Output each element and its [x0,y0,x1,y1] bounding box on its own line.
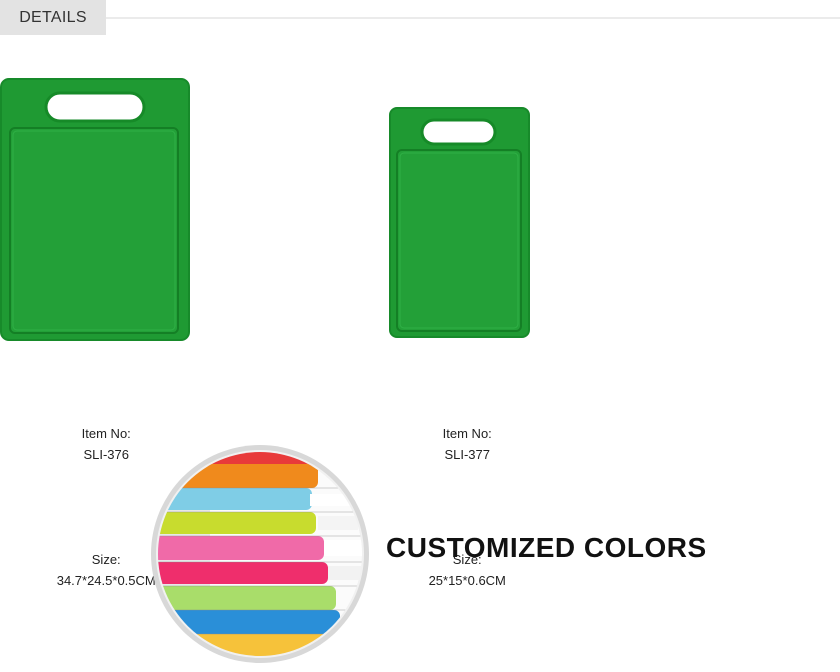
item-number: SLI-376 [83,447,129,462]
color-stack-image [150,444,370,664]
size-value: 25*15*0.6CM [428,573,506,588]
size-label: Size: [91,552,121,567]
item-number: SLI-377 [444,447,490,462]
item-label: Item No: [81,426,131,441]
customized-colors-heading: CUSTOMIZED COLORS [386,532,707,563]
size-value: 34.7*24.5*0.5CM [56,573,156,588]
product-image-sli-376 [0,78,190,341]
details-tab-label: DETAILS [19,8,87,26]
product-caption-sli-377: Item No: SLI-377 Size: 25*15*0.6CM [385,360,535,633]
header-divider [106,17,840,19]
item-label: Item No: [442,426,492,441]
details-tab[interactable]: DETAILS [0,0,106,35]
product-image-sli-377 [389,107,530,338]
